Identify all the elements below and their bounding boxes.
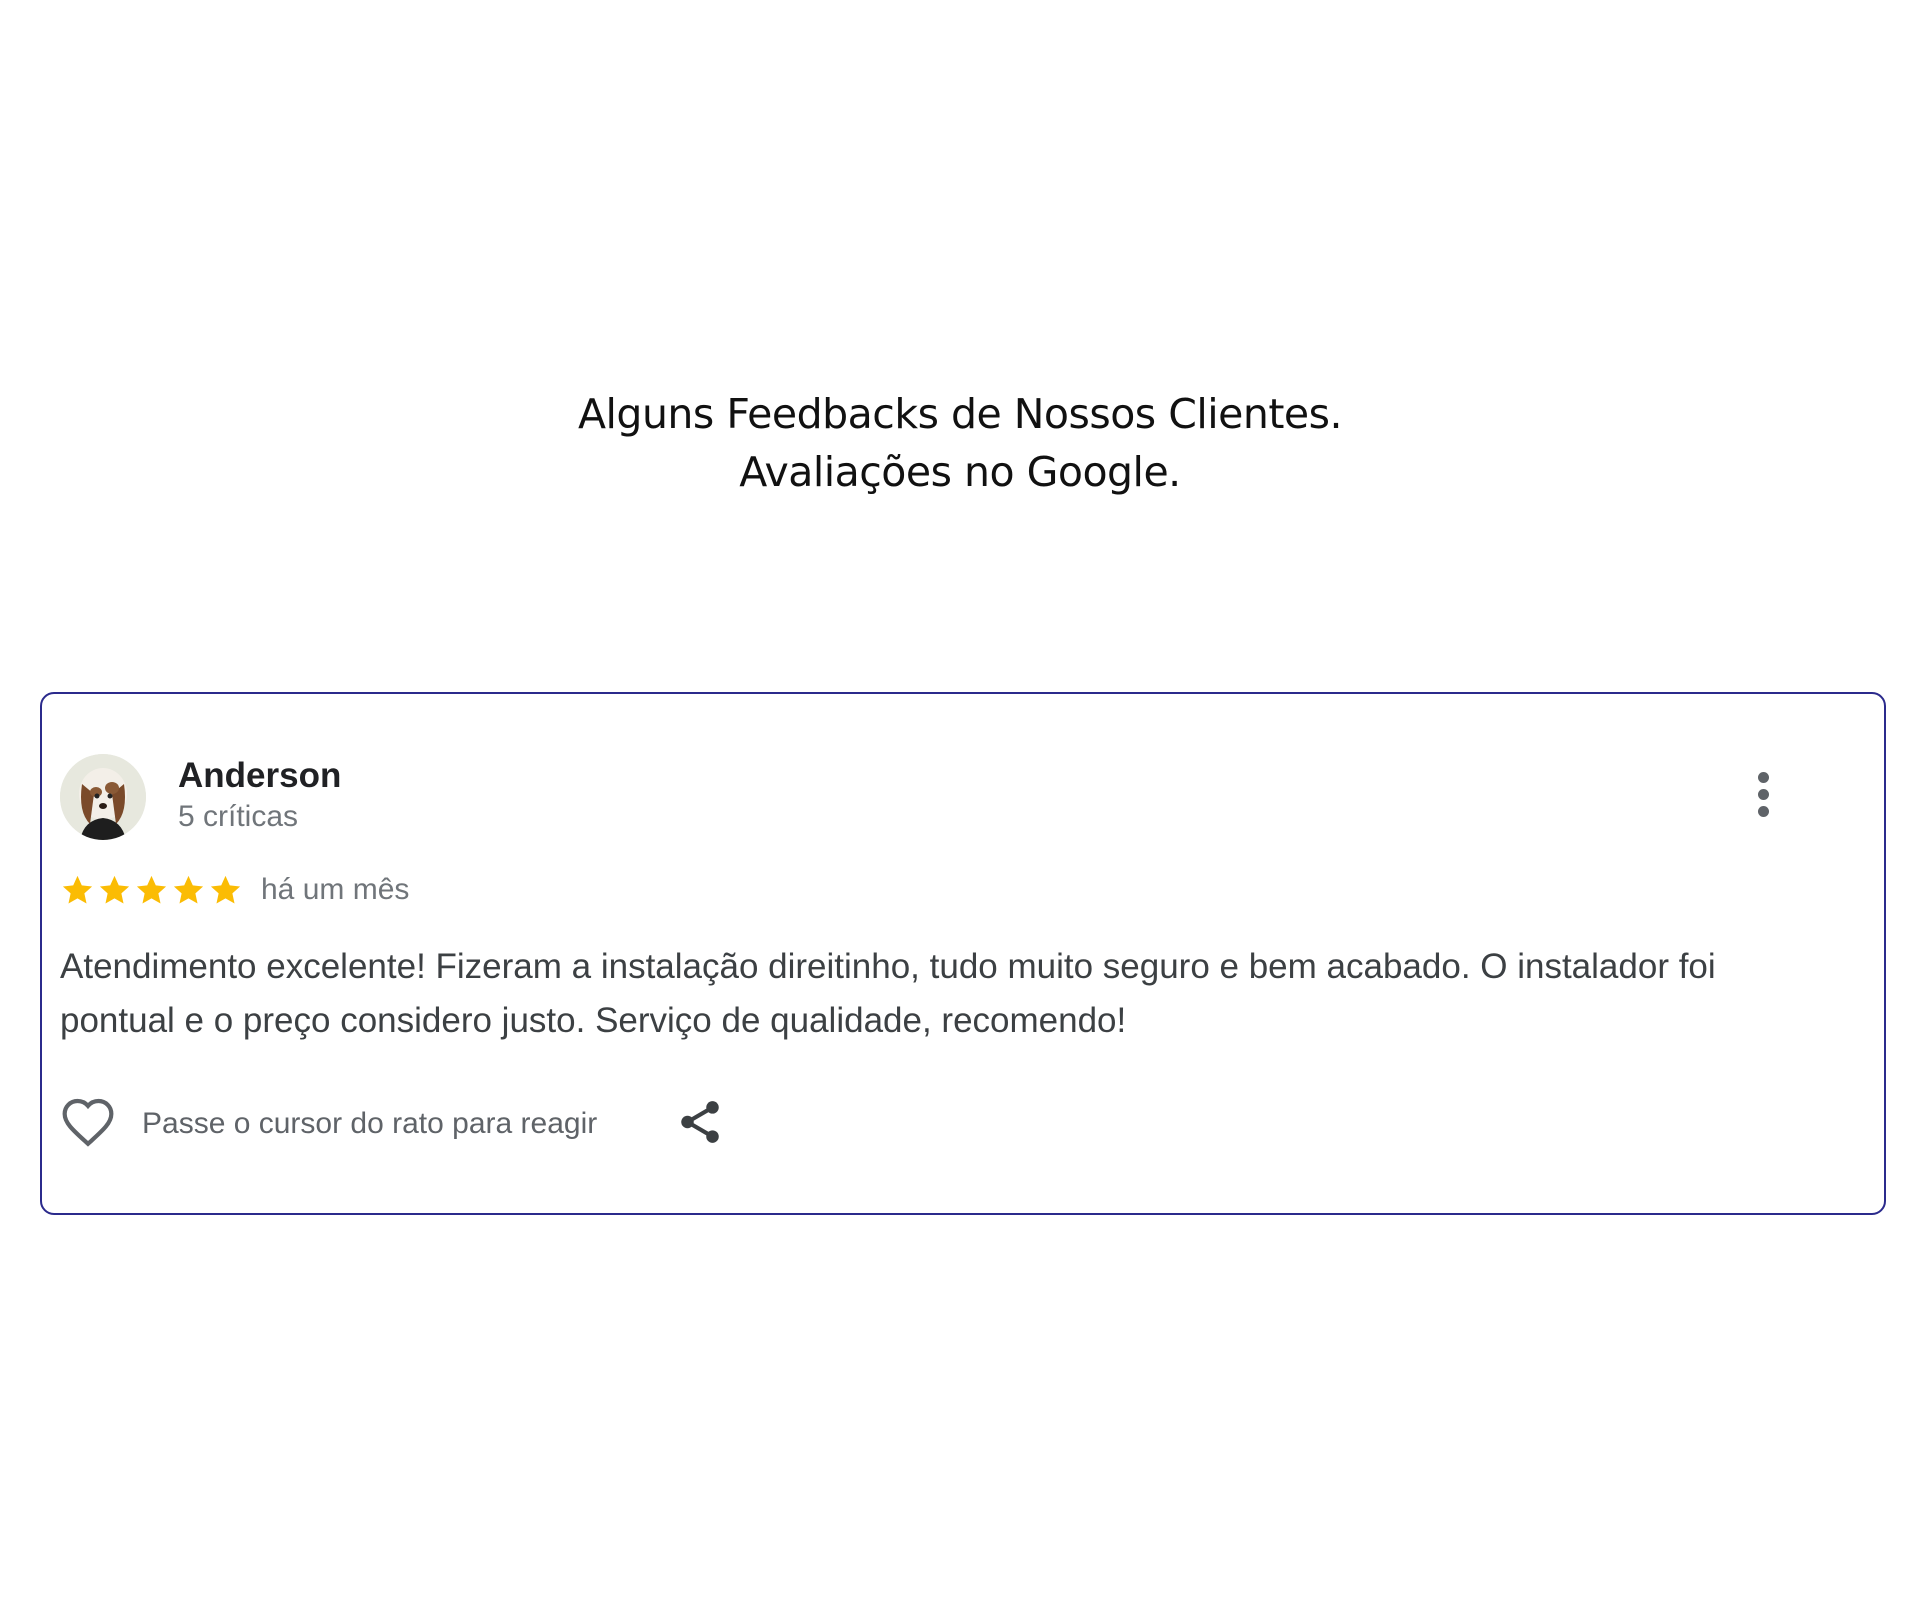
star-icon: [62, 875, 93, 904]
share-icon[interactable]: [597, 1097, 725, 1152]
heading-line-1: Alguns Feedbacks de Nossos Clientes.: [577, 390, 1343, 438]
section-heading: Alguns Feedbacks de Nossos Clientes. Ava…: [0, 385, 1920, 501]
star-rating: [60, 873, 243, 908]
more-options-icon[interactable]: [1748, 770, 1778, 820]
rating-row: há um mês: [60, 868, 409, 912]
star-icon: [136, 875, 167, 904]
review-card: Anderson 5 críticas há um mês Atendiment…: [40, 692, 1886, 1215]
review-date: há um mês: [261, 873, 410, 906]
heading-line-2: Avaliações no Google.: [739, 448, 1181, 496]
reviewer-review-count: 5 críticas: [178, 800, 299, 833]
star-icon: [99, 875, 130, 904]
star-icon: [173, 875, 204, 904]
review-actions: Passe o cursor do rato para reagir: [60, 1094, 725, 1154]
heart-icon[interactable]: [60, 1094, 116, 1155]
reviewer-name[interactable]: Anderson: [178, 756, 341, 796]
avatar[interactable]: [60, 754, 146, 840]
react-hint: Passe o cursor do rato para reagir: [142, 1107, 598, 1140]
review-text: Atendimento excelente! Fizeram a instala…: [60, 947, 1716, 1040]
star-icon: [210, 875, 241, 904]
